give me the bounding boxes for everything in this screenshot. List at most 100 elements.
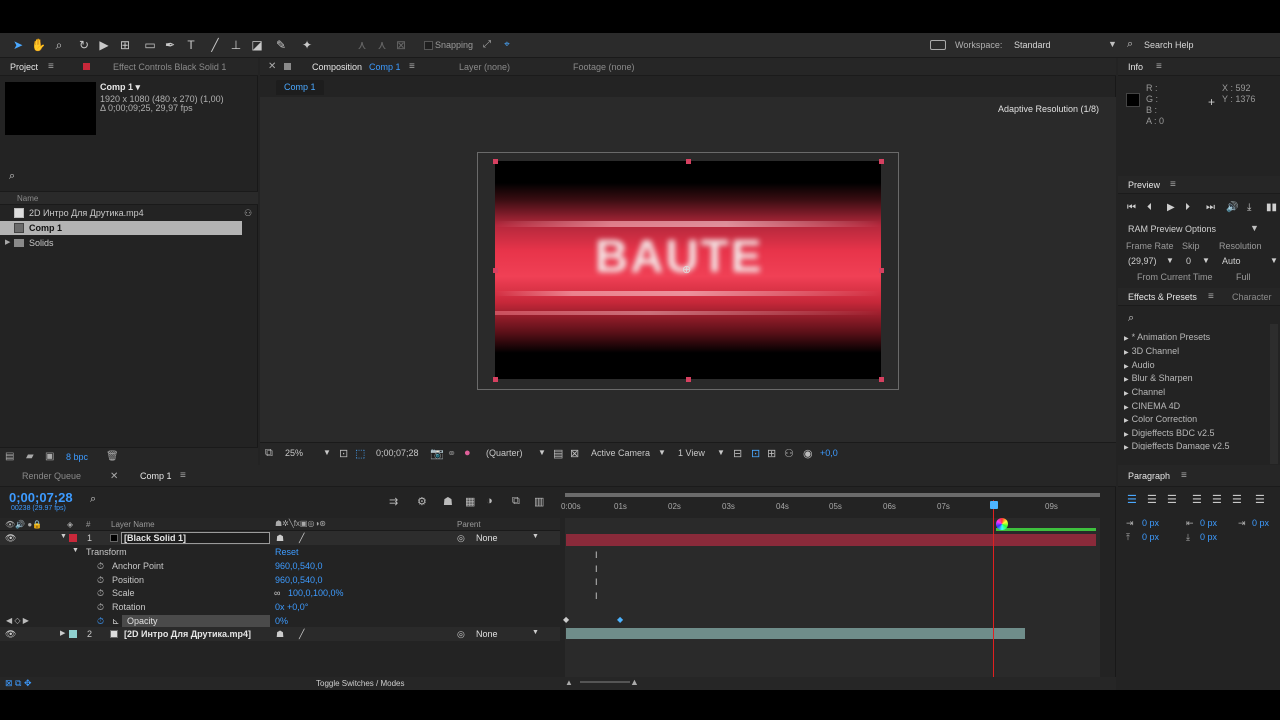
justify-right-icon[interactable]: ☰ <box>1232 493 1242 506</box>
flowchart-icon[interactable]: ⚇ <box>244 208 252 219</box>
comp-flowchart-tab[interactable]: Comp 1 <box>276 80 324 95</box>
brush-tool-icon[interactable]: ╱ <box>208 38 222 52</box>
frame-blending-icon[interactable]: ▦ <box>465 495 475 508</box>
chevron-down-icon[interactable]: ▼ <box>323 448 331 457</box>
snapping-checkbox[interactable] <box>424 41 433 50</box>
shy-switch-icon[interactable]: ☗ <box>276 533 284 544</box>
layer-duration-bar[interactable] <box>566 534 1096 546</box>
property-row[interactable]: ⏱ Rotation 0x +0,0° <box>0 600 560 614</box>
frame-rate-dropdown[interactable]: (29,97) <box>1128 256 1157 266</box>
skip-dropdown[interactable]: 0 <box>1186 256 1191 266</box>
property-row[interactable]: ⏱ Anchor Point 960,0,540,0 <box>0 559 560 573</box>
reset-exposure-icon[interactable]: ◉ <box>803 447 813 460</box>
stopwatch-icon[interactable]: ⏱ <box>97 575 104 586</box>
pan-behind-tool-icon[interactable]: ⊞ <box>118 38 132 52</box>
chevron-down-icon[interactable]: ▼ <box>532 533 539 540</box>
property-row[interactable]: ◀ ◇ ▶ ⏱ ⊾ Opacity 0% <box>0 614 560 628</box>
region-of-interest-icon[interactable]: ⬚ <box>355 447 365 460</box>
transform-handle[interactable] <box>493 268 498 273</box>
effects-scrollbar[interactable] <box>1270 324 1278 464</box>
chevron-down-icon[interactable]: ▼ <box>1166 256 1174 265</box>
search-icon[interactable]: ⌕ <box>90 493 96 506</box>
chevron-down-icon[interactable]: ▼ <box>1108 39 1117 49</box>
quality-switch-icon[interactable]: ╱ <box>299 629 304 640</box>
trash-icon[interactable]: 🗑 <box>106 451 119 462</box>
interpret-footage-icon[interactable]: ▤ <box>5 451 14 462</box>
resolution-dropdown[interactable]: Auto <box>1222 256 1241 266</box>
clone-stamp-tool-icon[interactable]: ⊥ <box>229 38 243 52</box>
effects-category[interactable]: Audio <box>1124 360 1155 370</box>
transform-handle[interactable] <box>879 159 884 164</box>
eraser-tool-icon[interactable]: ◪ <box>250 38 264 52</box>
ram-preview-icon[interactable]: ▮▮ <box>1266 202 1277 213</box>
property-row[interactable]: ⏱ Scale ∞ 100,0,100,0% <box>0 586 560 600</box>
resolution-dropdown[interactable]: (Quarter) <box>486 448 523 458</box>
first-frame-icon[interactable]: ⏮ <box>1127 202 1136 213</box>
visibility-icon[interactable]: 👁 <box>5 533 16 544</box>
tab-paragraph[interactable]: Paragraph <box>1128 471 1170 481</box>
tab-comp-1[interactable]: Comp 1 <box>140 471 172 481</box>
show-snapshot-icon[interactable]: ⚭ <box>447 447 456 460</box>
draft-3d-icon[interactable]: ⚙ <box>417 495 427 508</box>
transform-handle[interactable] <box>493 377 498 382</box>
channel-icon[interactable]: ● <box>464 447 471 459</box>
switches-icon[interactable]: ☗✲╲fx▣◎◑⊛ <box>275 519 326 528</box>
property-value[interactable]: 100,0,100,0% <box>288 588 344 598</box>
chevron-down-icon[interactable]: ▼ <box>532 629 539 636</box>
current-time[interactable]: 0;00;07;28 <box>9 490 73 505</box>
exposure-value[interactable]: +0,0 <box>820 448 838 458</box>
effects-category[interactable]: 3D Channel <box>1124 346 1180 356</box>
tab-footage[interactable]: Footage (none) <box>573 62 635 72</box>
snapshot-icon[interactable]: 📷 <box>430 447 444 460</box>
layer-label-color[interactable] <box>69 534 77 542</box>
justify-left-icon[interactable]: ☰ <box>1192 493 1202 506</box>
property-value[interactable]: 960,0,540,0 <box>275 561 323 571</box>
zoom-tool-icon[interactable]: ⌕ <box>52 38 66 52</box>
puppet-pin-tool-icon[interactable]: ✦ <box>300 38 314 52</box>
chevron-down-icon[interactable]: ▼ <box>1270 256 1278 265</box>
first-line-indent-field[interactable]: 0 px <box>1252 518 1269 528</box>
expand-pane-icon[interactable]: ⊠ ⧉ ✥ <box>5 678 32 689</box>
transform-handle[interactable] <box>686 159 691 164</box>
snap-edges-icon[interactable]: ⤢ <box>480 38 494 52</box>
full-screen-checkbox[interactable]: Full Screen <box>1236 272 1280 280</box>
comp-name[interactable]: Comp 1 ▾ <box>100 82 140 93</box>
flowchart-icon[interactable]: ⚇ <box>784 447 794 460</box>
anchor-point-icon[interactable]: ⊕ <box>682 263 691 276</box>
panel-menu-icon[interactable]: ≡ <box>409 61 415 72</box>
keyframe-icon[interactable]: ◆ <box>563 615 569 624</box>
roto-brush-tool-icon[interactable]: ✎ <box>274 38 288 52</box>
project-item[interactable]: 2D Интро Для Друтика.mp4 <box>0 206 242 220</box>
bit-depth-button[interactable]: 8 bpc <box>66 452 88 462</box>
hand-tool-icon[interactable]: ✋ <box>31 38 46 52</box>
indent-left-field[interactable]: 0 px <box>1142 518 1159 528</box>
layer-row[interactable]: 👁 ▶ 2 [2D Интро Для Друтика.mp4] ☗ ╱ ◎ N… <box>0 627 560 641</box>
brainstorm-icon[interactable]: ▥ <box>534 495 544 508</box>
transform-handle[interactable] <box>879 268 884 273</box>
transform-handle[interactable] <box>493 159 498 164</box>
type-tool-icon[interactable]: T <box>184 38 198 52</box>
panel-menu-icon[interactable]: ≡ <box>1170 179 1176 190</box>
pickwhip-icon[interactable]: ◎ <box>457 629 465 640</box>
close-icon[interactable]: ✕ <box>110 471 118 482</box>
lock-icon[interactable] <box>83 63 90 70</box>
current-time-display[interactable]: 0;00;07;28 <box>376 448 419 458</box>
view-layout-dropdown[interactable]: 1 View <box>678 448 705 458</box>
play-icon[interactable]: ▶ <box>1167 202 1175 213</box>
effects-category[interactable]: Color Correction <box>1124 414 1198 424</box>
twirl-open-icon[interactable]: ▼ <box>60 533 67 540</box>
transparency-grid-icon[interactable]: ⊠ <box>570 447 579 460</box>
twirl-open-icon[interactable]: ▼ <box>72 547 79 554</box>
tab-effects-presets[interactable]: Effects & Presets <box>1128 292 1197 302</box>
keyframe-icon[interactable]: ◆ <box>617 615 623 624</box>
effects-category[interactable]: Digieffects Damage v2.5 <box>1124 441 1230 450</box>
zoom-slider[interactable] <box>580 681 630 683</box>
av-features-icon[interactable]: 👁🔊 ●🔒 <box>5 520 42 529</box>
comp-mini-flowchart-icon[interactable]: ⇉ <box>389 495 398 508</box>
tab-render-queue[interactable]: Render Queue <box>22 471 81 481</box>
last-frame-icon[interactable]: ⏭ <box>1206 202 1215 213</box>
twirl-closed-icon[interactable]: ▶ <box>60 629 65 637</box>
effects-category[interactable]: Channel <box>1124 387 1166 397</box>
fast-draft-icon[interactable]: ⊡ <box>751 447 760 460</box>
constrain-proportions-icon[interactable]: ∞ <box>274 588 280 598</box>
